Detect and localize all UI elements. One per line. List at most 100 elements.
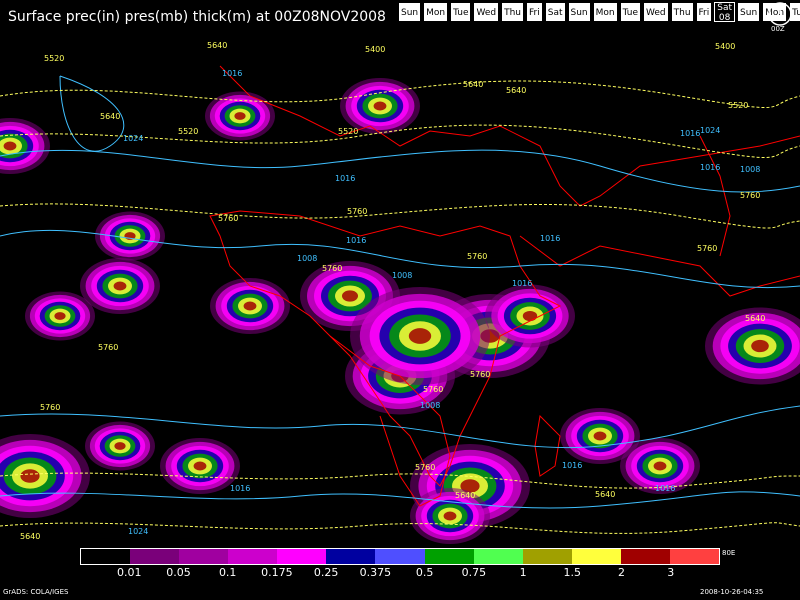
legend-tick: 1.5 bbox=[563, 566, 582, 579]
legend-tick: 2 bbox=[618, 566, 626, 579]
precip-blob bbox=[408, 328, 432, 344]
legend-swatch bbox=[571, 549, 621, 564]
thickness-label: 5640 bbox=[207, 41, 227, 50]
isobar-label: 1008 bbox=[420, 401, 440, 410]
legend-swatch bbox=[326, 549, 376, 564]
isobar-label: 1016 bbox=[346, 236, 366, 245]
thickness-label: 5760 bbox=[415, 463, 435, 472]
day-thu[interactable]: Thu bbox=[501, 2, 525, 22]
legend-ticks: 0.01 0.05 0.1 0.175 0.25 0.375 0.5 0.75 1 1.5 2 3 bbox=[80, 566, 720, 580]
weather-map: 1024101610161024101610081008101610081016… bbox=[0, 36, 800, 545]
precip-blob bbox=[234, 112, 246, 120]
precip-blob bbox=[20, 469, 40, 483]
legend-tick: 1 bbox=[519, 566, 527, 579]
thickness-label: 5520 bbox=[558, 36, 578, 38]
isobar-label: 1016 bbox=[700, 163, 720, 172]
day-sun[interactable]: Sun bbox=[398, 2, 422, 22]
day-selector[interactable]: Sun Mon Tue Wed Thu Fri Sat Sun Mon Tue Wed Thu Fri S… bbox=[398, 2, 800, 23]
precip-blob bbox=[114, 442, 126, 450]
day-tue[interactable]: Tue bbox=[619, 2, 641, 22]
isobar-label: 1016 bbox=[230, 484, 250, 493]
day-fri[interactable]: Fri bbox=[695, 2, 713, 22]
legend-swatch bbox=[228, 549, 278, 564]
thickness-label: 5760 bbox=[740, 191, 760, 200]
thickness-label: 5640 bbox=[455, 491, 475, 500]
precip-blob bbox=[193, 461, 207, 471]
isobar-label: 1016 bbox=[655, 484, 675, 493]
legend-swatch bbox=[375, 549, 425, 564]
precip-blob bbox=[653, 461, 667, 471]
legend-tick: 0.5 bbox=[415, 566, 434, 579]
thickness-label: 5520 bbox=[178, 127, 198, 136]
day-sat[interactable]: Sat 08 bbox=[714, 2, 736, 23]
precip-blob bbox=[3, 141, 17, 151]
day-sun[interactable]: Sun bbox=[737, 2, 761, 22]
legend-tick: 0.75 bbox=[461, 566, 487, 579]
thickness-label: 5760 bbox=[322, 264, 342, 273]
legend-tick: 0.375 bbox=[359, 566, 392, 579]
precip-blob bbox=[443, 511, 457, 521]
isobar-label: 1008 bbox=[740, 165, 760, 174]
isobar-label: 1016 bbox=[562, 461, 582, 470]
precip-legend bbox=[80, 548, 720, 565]
precip-blob bbox=[243, 301, 257, 311]
legend-tick: 0.01 bbox=[116, 566, 142, 579]
day-sun[interactable]: Sun bbox=[567, 2, 591, 22]
day-wed[interactable]: Wed bbox=[473, 2, 500, 22]
thickness-label: 5760 bbox=[40, 403, 60, 412]
precip-blob bbox=[373, 101, 387, 111]
longitude-label: 80E bbox=[722, 549, 736, 557]
day-fri[interactable]: Fri bbox=[526, 2, 543, 22]
legend-tick: 0.25 bbox=[313, 566, 339, 579]
isobar-label: 1016 bbox=[512, 279, 532, 288]
thickness-label: 5640 bbox=[595, 490, 615, 499]
thickness-label: 5520 bbox=[44, 54, 64, 63]
precip-blob bbox=[751, 339, 769, 353]
isobar-label: 1008 bbox=[297, 254, 317, 263]
precip-blob bbox=[593, 431, 607, 441]
clock-label: 00Z bbox=[771, 25, 785, 33]
thickness-label: 5640 bbox=[20, 532, 40, 541]
thickness-label: 5400 bbox=[715, 42, 735, 51]
day-tue[interactable]: Tue bbox=[450, 2, 472, 22]
isobar-label: 1024 bbox=[123, 134, 143, 143]
thickness-label: 5760 bbox=[347, 207, 367, 216]
thickness-label: 5520 bbox=[338, 127, 358, 136]
legend-swatch bbox=[522, 549, 572, 564]
thickness-label: 5760 bbox=[218, 214, 238, 223]
isobar-label: 1016 bbox=[680, 129, 700, 138]
thickness-label: 5760 bbox=[470, 370, 490, 379]
thickness-label: 5640 bbox=[463, 80, 483, 89]
legend-tick: 0.1 bbox=[218, 566, 237, 579]
legend-swatch bbox=[130, 549, 180, 564]
isobar-label: 1016 bbox=[335, 174, 355, 183]
day-mon[interactable]: Mon bbox=[592, 2, 618, 22]
day-wed[interactable]: Wed bbox=[643, 2, 669, 22]
thickness-label: 5640 bbox=[745, 314, 765, 323]
map-title: Surface prec(in) pres(mb) thick(m) at 00… bbox=[8, 9, 386, 25]
legend-swatch bbox=[473, 549, 523, 564]
thickness-label: 5760 bbox=[98, 343, 118, 352]
legend-swatch bbox=[277, 549, 327, 564]
legend-swatch bbox=[620, 549, 670, 564]
thickness-label: 5760 bbox=[697, 244, 717, 253]
isobar-label: 1024 bbox=[128, 527, 148, 536]
timestamp-label: 2008-10-26-04:35 bbox=[700, 588, 764, 596]
clock-icon bbox=[768, 2, 792, 26]
day-sat[interactable]: Sat bbox=[544, 2, 566, 22]
thickness-label: 5400 bbox=[365, 45, 385, 54]
precip-blob bbox=[342, 290, 358, 302]
legend-tick: 0.175 bbox=[261, 566, 293, 579]
legend-swatch bbox=[669, 549, 720, 564]
thickness-label: 5640 bbox=[506, 86, 526, 95]
thickness-label: 5640 bbox=[100, 112, 120, 121]
credit-label: GrADS: COLA/IGES bbox=[3, 588, 69, 596]
isobar-label: 1008 bbox=[392, 271, 412, 280]
isobar-label: 1024 bbox=[700, 126, 720, 135]
precip-blob bbox=[522, 310, 538, 322]
thickness-label: 5760 bbox=[467, 252, 487, 261]
legend-tick: 3 bbox=[667, 566, 675, 579]
day-mon[interactable]: Mon bbox=[423, 2, 449, 22]
thickness-label: 5520 bbox=[728, 101, 748, 110]
day-thu[interactable]: Thu bbox=[670, 2, 694, 22]
